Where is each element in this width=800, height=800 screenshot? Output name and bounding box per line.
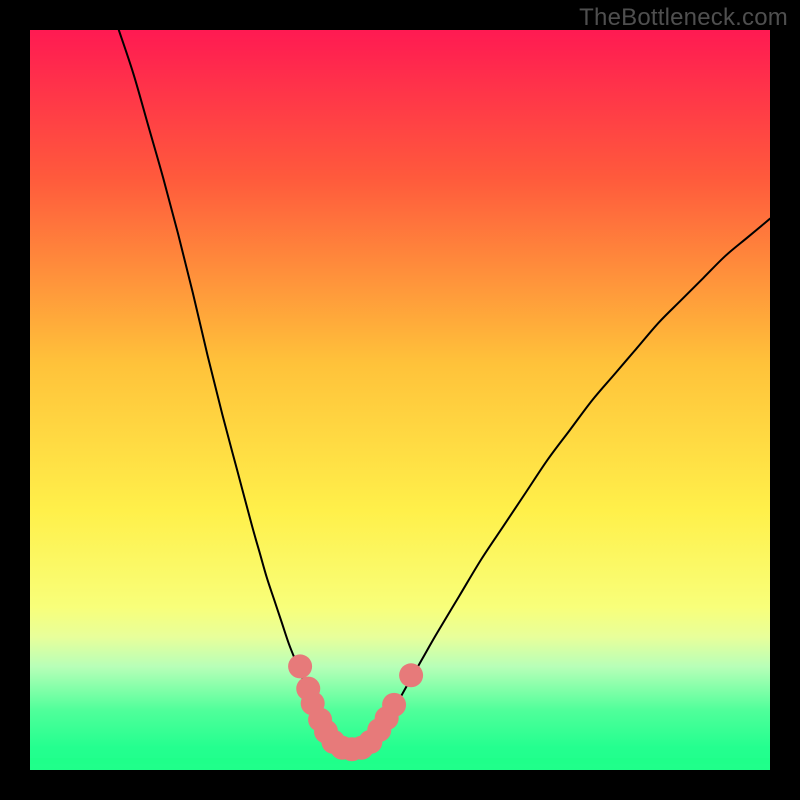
plot-area bbox=[30, 30, 770, 770]
gradient-background bbox=[30, 30, 770, 770]
chart-root: TheBottleneck.com bbox=[0, 0, 800, 800]
chart-svg bbox=[30, 30, 770, 770]
marker-left-cluster-0 bbox=[288, 654, 312, 678]
marker-right-cluster-4 bbox=[399, 663, 423, 687]
watermark-text: TheBottleneck.com bbox=[579, 4, 788, 32]
marker-right-cluster-3 bbox=[382, 693, 406, 717]
